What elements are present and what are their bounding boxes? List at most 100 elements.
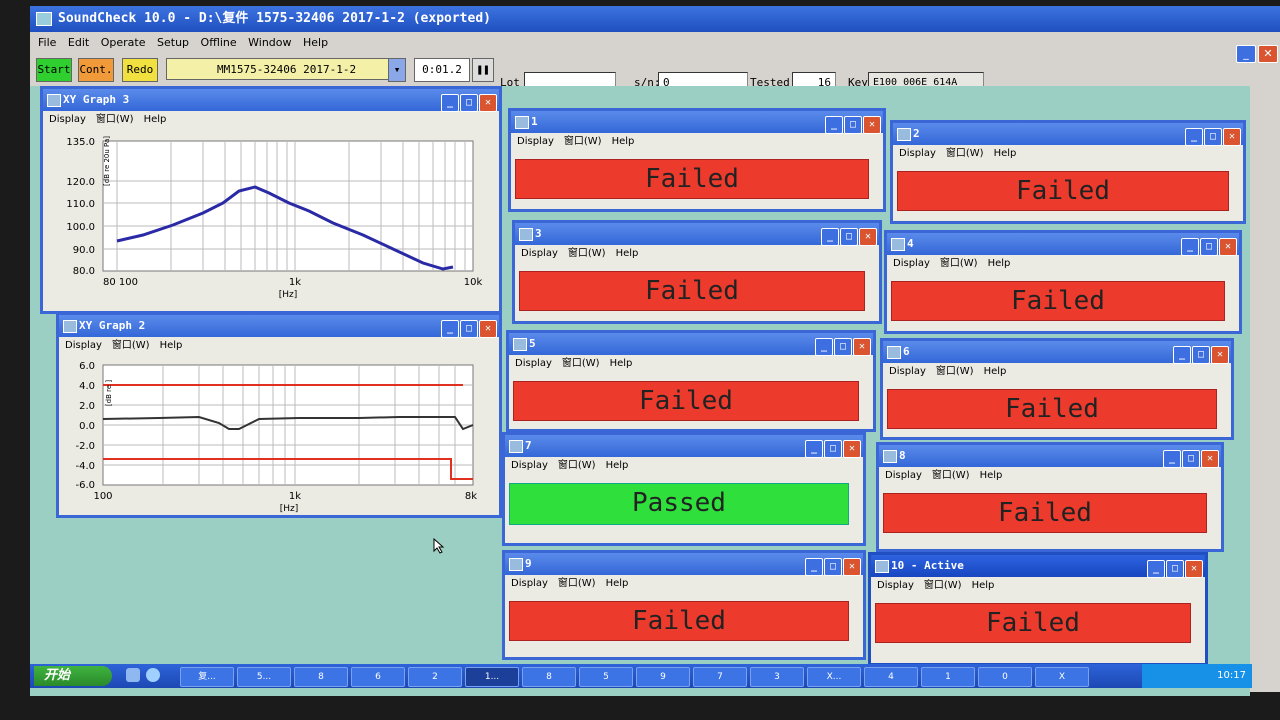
menu-window[interactable]: 窗口(W) [568, 248, 606, 259]
maximize-icon[interactable]: □ [840, 228, 858, 246]
menu-operate[interactable]: Operate [101, 34, 146, 52]
menu-help[interactable]: Help [303, 34, 328, 52]
pause-icon[interactable]: ❚❚ [472, 58, 494, 82]
maximize-icon[interactable]: □ [460, 320, 478, 338]
close-icon[interactable]: ✕ [479, 94, 497, 112]
close-icon[interactable]: ✕ [1185, 560, 1203, 578]
menu-window[interactable]: Window [248, 34, 291, 52]
menu-edit[interactable]: Edit [68, 34, 89, 52]
menu-window[interactable]: 窗口(W) [558, 578, 596, 589]
menu-display[interactable]: Display [899, 148, 936, 159]
minimize-icon[interactable]: _ [441, 94, 459, 112]
close-icon[interactable]: ✕ [859, 228, 877, 246]
close-icon[interactable]: ✕ [1201, 450, 1219, 468]
taskbar-item[interactable]: 2 [408, 667, 462, 687]
minimize-icon[interactable]: _ [1147, 560, 1165, 578]
menu-offline[interactable]: Offline [201, 34, 237, 52]
taskbar-item[interactable]: 8 [294, 667, 348, 687]
redo-button[interactable]: Redo [122, 58, 158, 82]
menu-display[interactable]: Display [515, 358, 552, 369]
menu-window[interactable]: 窗口(W) [558, 460, 596, 471]
minimize-icon[interactable]: _ [805, 440, 823, 458]
minimize-icon[interactable]: _ [821, 228, 839, 246]
taskbar-item[interactable]: 8 [522, 667, 576, 687]
menu-setup[interactable]: Setup [157, 34, 189, 52]
sequence-select[interactable]: MM1575-32406 2017-1-2 [166, 58, 404, 80]
close-icon[interactable]: ✕ [863, 116, 881, 134]
menu-display[interactable]: Display [885, 470, 922, 481]
close-icon[interactable]: ✕ [1219, 238, 1237, 256]
taskbar-item[interactable]: 6 [351, 667, 405, 687]
menu-window[interactable]: 窗口(W) [940, 258, 978, 269]
minimize-icon[interactable]: _ [805, 558, 823, 576]
taskbar-item[interactable]: 0 [978, 667, 1032, 687]
menu-display[interactable]: Display [877, 580, 914, 591]
menu-help[interactable]: Help [612, 136, 635, 147]
menu-help[interactable]: Help [160, 340, 183, 351]
menu-help[interactable]: Help [988, 258, 1011, 269]
menu-display[interactable]: Display [521, 248, 558, 259]
cont-button[interactable]: Cont. [78, 58, 114, 82]
taskbar-item[interactable]: 1... [465, 667, 519, 687]
maximize-icon[interactable]: □ [844, 116, 862, 134]
minimize-icon[interactable]: _ [441, 320, 459, 338]
menu-help[interactable]: Help [144, 114, 167, 125]
quicklaunch-icon[interactable] [126, 668, 140, 682]
menu-display[interactable]: Display [893, 258, 930, 269]
menu-display[interactable]: Display [49, 114, 86, 125]
close-icon[interactable]: ✕ [1211, 346, 1229, 364]
taskbar-item[interactable]: 复... [180, 667, 234, 687]
menu-help[interactable]: Help [616, 248, 639, 259]
menu-window[interactable]: 窗口(W) [562, 358, 600, 369]
menu-window[interactable]: 窗口(W) [112, 340, 150, 351]
taskbar-item[interactable]: 9 [636, 667, 690, 687]
menu-help[interactable]: Help [972, 580, 995, 591]
maximize-icon[interactable]: □ [1200, 238, 1218, 256]
maximize-icon[interactable]: □ [1182, 450, 1200, 468]
menu-help[interactable]: Help [980, 470, 1003, 481]
taskbar-item[interactable]: X [1035, 667, 1089, 687]
menu-display[interactable]: Display [65, 340, 102, 351]
menu-window[interactable]: 窗口(W) [564, 136, 602, 147]
minimize-icon[interactable]: _ [825, 116, 843, 134]
chevron-down-icon[interactable]: ▾ [388, 58, 406, 82]
menu-display[interactable]: Display [511, 578, 548, 589]
close-icon[interactable]: ✕ [479, 320, 497, 338]
taskbar-item[interactable]: 5... [237, 667, 291, 687]
start-button[interactable]: Start [36, 58, 72, 82]
menu-help[interactable]: Help [984, 366, 1007, 377]
close-icon[interactable]: ✕ [1223, 128, 1241, 146]
menu-display[interactable]: Display [517, 136, 554, 147]
maximize-icon[interactable]: □ [1192, 346, 1210, 364]
menu-help[interactable]: Help [606, 460, 629, 471]
minimize-icon[interactable]: _ [1163, 450, 1181, 468]
minimize-icon[interactable]: _ [1185, 128, 1203, 146]
maximize-icon[interactable]: □ [834, 338, 852, 356]
taskbar-item[interactable]: 5 [579, 667, 633, 687]
maximize-icon[interactable]: □ [460, 94, 478, 112]
menu-display[interactable]: Display [889, 366, 926, 377]
menu-help[interactable]: Help [994, 148, 1017, 159]
close-icon[interactable]: ✕ [843, 440, 861, 458]
taskbar-item[interactable]: 3 [750, 667, 804, 687]
taskbar-item[interactable]: 7 [693, 667, 747, 687]
menu-window[interactable]: 窗口(W) [936, 366, 974, 377]
menu-file[interactable]: File [38, 34, 56, 52]
close-icon[interactable]: ✕ [853, 338, 871, 356]
maximize-icon[interactable]: □ [824, 558, 842, 576]
menu-help[interactable]: Help [610, 358, 633, 369]
menu-window[interactable]: 窗口(W) [946, 148, 984, 159]
menu-display[interactable]: Display [511, 460, 548, 471]
minimize-icon[interactable]: _ [815, 338, 833, 356]
taskbar-item[interactable]: 4 [864, 667, 918, 687]
maximize-icon[interactable]: □ [1166, 560, 1184, 578]
maximize-icon[interactable]: □ [1204, 128, 1222, 146]
start-button[interactable]: 开始 [34, 666, 112, 686]
minimize-icon[interactable]: _ [1181, 238, 1199, 256]
taskbar-item[interactable]: 1 [921, 667, 975, 687]
close-icon[interactable]: ✕ [843, 558, 861, 576]
menu-window[interactable]: 窗口(W) [924, 580, 962, 591]
taskbar-item[interactable]: X... [807, 667, 861, 687]
minimize-icon[interactable]: _ [1173, 346, 1191, 364]
menu-window[interactable]: 窗口(W) [932, 470, 970, 481]
